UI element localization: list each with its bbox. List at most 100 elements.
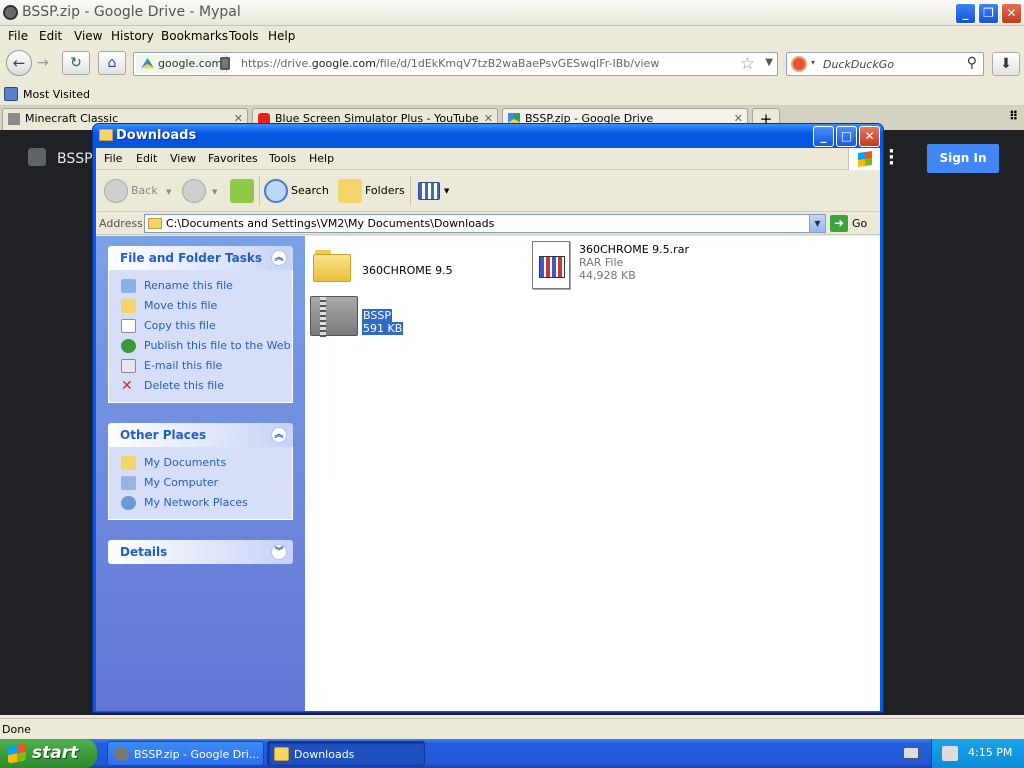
email-file-link[interactable]: E-mail this file: [121, 356, 292, 376]
menu-tools[interactable]: Tools: [229, 29, 259, 43]
copy-file-link[interactable]: Copy this file: [121, 316, 292, 336]
file-list: 360CHROME 9.5 360CHROME 9.5.rar RAR File…: [305, 236, 880, 711]
details-header[interactable]: Details ︾: [108, 540, 293, 564]
up-folder-button[interactable]: [230, 176, 254, 206]
menu-history[interactable]: History: [111, 29, 154, 43]
go-arrow-icon: ➜: [830, 215, 848, 232]
most-visited-icon: [4, 87, 18, 101]
network-icon: [121, 496, 136, 510]
address-dropdown-icon[interactable]: ▼: [809, 215, 825, 232]
address-input[interactable]: C:\Documents and Settings\VM2\My Documen…: [144, 214, 826, 233]
views-dropdown-icon: ▼: [444, 187, 450, 195]
expand-chevron-icon[interactable]: ︾: [271, 544, 287, 560]
reload-icon[interactable]: ↻: [62, 51, 90, 75]
other-places-header[interactable]: Other Places ︽: [108, 423, 293, 447]
back-dropdown-icon[interactable]: ▼: [166, 188, 171, 196]
folders-button[interactable]: Folders: [338, 176, 405, 206]
minimize-button[interactable]: _: [955, 3, 976, 24]
duckduckgo-icon[interactable]: [791, 56, 807, 72]
more-options-icon[interactable]: · · ·: [888, 143, 895, 173]
delete-icon: ✕: [121, 378, 133, 394]
bookmark-most-visited[interactable]: Most Visited: [23, 88, 90, 101]
email-icon: [121, 359, 136, 373]
my-documents-link[interactable]: My Documents: [121, 453, 292, 473]
clock[interactable]: 4:15 PM: [968, 746, 1012, 759]
network-icon[interactable]: [942, 746, 958, 761]
menu-view[interactable]: View: [170, 152, 196, 165]
collapse-chevron-icon[interactable]: ︽: [271, 250, 287, 266]
menu-view[interactable]: View: [74, 29, 102, 43]
home-icon[interactable]: ⌂: [98, 51, 126, 75]
my-network-places-link[interactable]: My Network Places: [121, 493, 292, 513]
menu-tools[interactable]: Tools: [269, 152, 296, 165]
rename-file-link[interactable]: Rename this file: [121, 276, 292, 296]
menu-favorites[interactable]: Favorites: [208, 152, 258, 165]
site-identity[interactable]: google.com: [136, 55, 228, 73]
toolbar-separator: [259, 176, 260, 206]
close-button[interactable]: ✕: [1001, 3, 1022, 24]
search-button[interactable]: Search: [264, 176, 329, 206]
bookmarks-toolbar: Most Visited: [0, 84, 1024, 106]
zip-file-icon: [310, 296, 358, 337]
up-folder-icon: [230, 179, 254, 203]
google-drive-icon: [141, 58, 154, 69]
forward-dropdown-icon[interactable]: ▼: [212, 188, 217, 196]
file-item-360chrome-folder[interactable]: 360CHROME 9.5: [313, 248, 493, 288]
tab-list-icon[interactable]: ⠿: [1009, 109, 1018, 123]
move-file-link[interactable]: Move this file: [121, 296, 292, 316]
minimize-button[interactable]: _: [813, 126, 834, 147]
folder-icon: [99, 129, 113, 141]
bookmark-star-icon[interactable]: ☆: [740, 54, 755, 74]
file-item-bssp-zip[interactable]: BSSP 591 KB: [310, 296, 430, 338]
back-arrow-icon[interactable]: ←: [6, 50, 32, 76]
restore-button[interactable]: ❐: [978, 3, 999, 24]
forward-arrow-icon[interactable]: →: [37, 55, 49, 71]
menu-file[interactable]: File: [8, 29, 28, 43]
explorer-window: Downloads _ □ ✕ File Edit View Favorites…: [92, 123, 884, 713]
copy-icon: [121, 319, 136, 333]
mypal-app-icon: [114, 747, 129, 761]
publish-file-link[interactable]: Publish this file to the Web: [121, 336, 292, 356]
task-explorer[interactable]: Downloads: [267, 741, 425, 766]
search-icon: [264, 179, 288, 203]
windows-logo-icon: [848, 148, 880, 170]
download-icon[interactable]: ⬇: [992, 52, 1020, 76]
collapse-chevron-icon[interactable]: ︽: [271, 427, 287, 443]
views-button[interactable]: ▼: [418, 176, 452, 206]
menu-edit[interactable]: Edit: [136, 152, 157, 165]
forward-button[interactable]: [182, 176, 206, 206]
go-button[interactable]: ➜ Go: [830, 214, 867, 233]
computer-icon: [121, 476, 136, 490]
keyboard-icon[interactable]: [903, 747, 919, 759]
file-folder-tasks-header[interactable]: File and Folder Tasks ︽: [108, 246, 293, 270]
drive-file-name: BSSP.: [57, 151, 95, 167]
file-item-360chrome-rar[interactable]: 360CHROME 9.5.rar RAR File 44,928 KB: [532, 241, 732, 293]
explorer-toolbar: Back ▼ ▼ Search Folders ▼: [96, 170, 880, 212]
search-engine-dropdown-icon[interactable]: ▾: [811, 58, 815, 67]
url-dropdown-icon[interactable]: ▼: [765, 57, 773, 68]
my-computer-link[interactable]: My Computer: [121, 473, 292, 493]
start-button[interactable]: start: [0, 739, 97, 768]
views-icon: [418, 182, 440, 200]
back-button[interactable]: Back: [104, 176, 164, 206]
close-button[interactable]: ✕: [859, 126, 880, 147]
maximize-button[interactable]: □: [836, 126, 857, 147]
rename-icon: [121, 279, 136, 293]
task-browser[interactable]: BSSP.zip - Google Dri...: [107, 741, 264, 766]
move-icon: [121, 299, 136, 313]
explorer-body: File Edit View Favorites Tools Help Back…: [96, 148, 880, 711]
folder-icon: [121, 456, 136, 470]
url-bar[interactable]: google.com https://drive.google.com/file…: [133, 52, 778, 76]
sign-in-button[interactable]: Sign In: [927, 144, 999, 173]
menu-edit[interactable]: Edit: [39, 29, 62, 43]
back-arrow-icon: [104, 179, 128, 203]
menu-help[interactable]: Help: [268, 29, 295, 43]
menu-file[interactable]: File: [104, 152, 122, 165]
search-bar[interactable]: ▾ DuckDuckGo ⚲: [786, 52, 984, 76]
browser-title: BSSP.zip - Google Drive - Mypal: [22, 4, 241, 20]
search-icon[interactable]: ⚲: [967, 55, 977, 71]
menu-bookmarks[interactable]: Bookmarks: [161, 29, 228, 43]
forward-arrow-icon: [182, 179, 206, 203]
menu-help[interactable]: Help: [309, 152, 334, 165]
delete-file-link[interactable]: ✕ Delete this file: [121, 376, 292, 396]
